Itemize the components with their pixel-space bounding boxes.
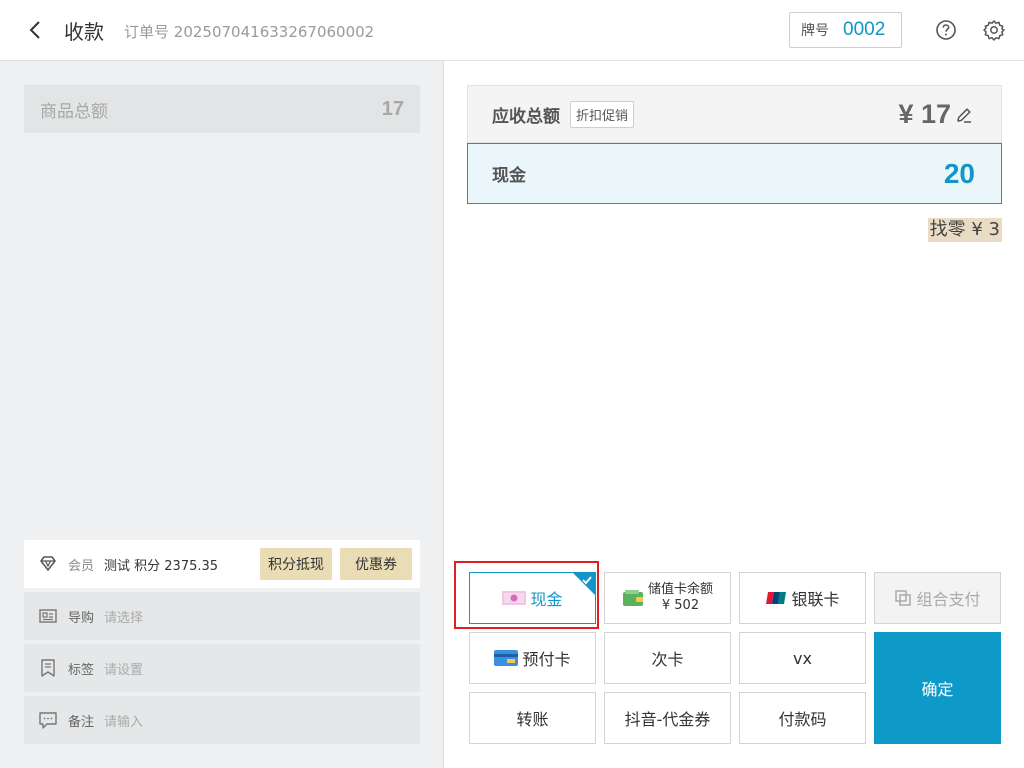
member-value: 测试 积分 2375.35 (104, 558, 219, 574)
pay-transfer-label: 转账 (516, 710, 549, 729)
pay-transfer-button[interactable]: 转账 (469, 692, 596, 744)
cash-amount-label: 现金 (492, 166, 526, 186)
wallet-icon (622, 590, 643, 606)
guide-label: 导购 (68, 610, 95, 626)
stored-value-label: 储值卡余额 (647, 582, 713, 597)
pay-douyin-voucher-button[interactable]: 抖音-代金券 (604, 692, 731, 744)
change-amount: 找零 ¥ 3 (927, 218, 1002, 242)
pencil-icon[interactable] (955, 106, 973, 124)
bookmark-icon (41, 659, 55, 677)
pay-cash-button[interactable]: 现金 (469, 572, 596, 624)
pay-combined-button[interactable]: 组合支付 (874, 572, 1001, 624)
cash-note-icon (502, 591, 527, 605)
tags-row[interactable]: 标签 请设置 (24, 644, 420, 692)
pay-times-card-button[interactable]: 次卡 (604, 632, 731, 684)
gear-icon[interactable] (983, 19, 1005, 41)
help-icon[interactable] (935, 19, 957, 41)
goods-total-value: 17 (381, 97, 404, 120)
member-row[interactable]: 会员 测试 积分 2375.35 积分抵现 优惠券 (24, 540, 420, 588)
pay-code-label: 付款码 (778, 710, 827, 729)
diamond-icon (40, 556, 56, 571)
order-number: 订单号 20250704163326706​0002 (124, 21, 374, 42)
pay-prepaid-card-button[interactable]: 预付卡 (469, 632, 596, 684)
header-bar: 收款 订单号 20250704163326706​0002 牌号 0002 (0, 0, 1024, 61)
back-arrow-icon[interactable] (24, 18, 48, 42)
amount-due-value: ¥ 17 (898, 99, 951, 129)
coupon-button[interactable]: 优惠券 (340, 548, 412, 580)
tags-label: 标签 (68, 662, 95, 678)
prepaid-card-icon (494, 650, 519, 666)
guide-row[interactable]: 导购 请选择 (24, 592, 420, 640)
member-label: 会员 (68, 558, 95, 574)
pay-unionpay-button[interactable]: 银联卡 (739, 572, 866, 624)
unionpay-icon (766, 592, 787, 604)
cash-amount-field[interactable]: 现金 20 (467, 143, 1002, 204)
remark-placeholder: 请输入 (104, 714, 144, 730)
combine-icon (895, 590, 912, 606)
pay-douyin-voucher-label: 抖音-代金券 (624, 710, 711, 729)
amount-due-row: 应收总额 折扣促销 ¥ 17 (467, 85, 1002, 143)
comment-icon (39, 712, 57, 729)
cash-amount-value: 20 (943, 158, 975, 189)
tag-number-value: 0002 (843, 19, 886, 40)
pay-unionpay-label: 银联卡 (791, 590, 840, 609)
tag-number-label: 牌号 (801, 23, 829, 39)
pay-combined-label: 组合支付 (916, 590, 981, 609)
stored-value-balance: ¥ 502 (661, 598, 700, 613)
order-number-label: 订单号 (124, 23, 170, 41)
pay-cash-label: 现金 (530, 590, 563, 609)
pay-prepaid-card-label: 预付卡 (522, 650, 571, 669)
check-icon (582, 576, 592, 585)
pay-times-card-label: 次卡 (651, 650, 684, 669)
remark-label: 备注 (68, 714, 95, 730)
order-number-value: 20250704163326706​0002 (173, 23, 375, 41)
id-card-icon (39, 609, 57, 623)
goods-total-label: 商品总额 (40, 101, 108, 122)
pay-stored-value-button[interactable]: 储值卡余额 ¥ 502 (604, 572, 731, 624)
pay-code-button[interactable]: 付款码 (739, 692, 866, 744)
discount-promotion-button[interactable]: 折扣促销 (570, 100, 635, 128)
pay-vx-label: vx (793, 648, 812, 668)
points-deduct-button[interactable]: 积分抵现 (260, 548, 332, 580)
confirm-button[interactable]: 确定 (874, 632, 1001, 744)
pay-vx-button[interactable]: vx (739, 632, 866, 684)
left-panel: 商品总额 17 会员 测试 积分 2375.35 积分抵现 优惠券 导购 请选择… (0, 61, 444, 768)
goods-total-row: 商品总额 17 (24, 85, 420, 133)
amount-due-label: 应收总额 (492, 106, 560, 127)
guide-placeholder: 请选择 (104, 610, 144, 626)
page-title: 收款 (64, 20, 104, 44)
tag-number-box[interactable]: 牌号 0002 (789, 12, 902, 48)
remark-row[interactable]: 备注 请输入 (24, 696, 420, 744)
tags-placeholder: 请设置 (104, 662, 144, 678)
